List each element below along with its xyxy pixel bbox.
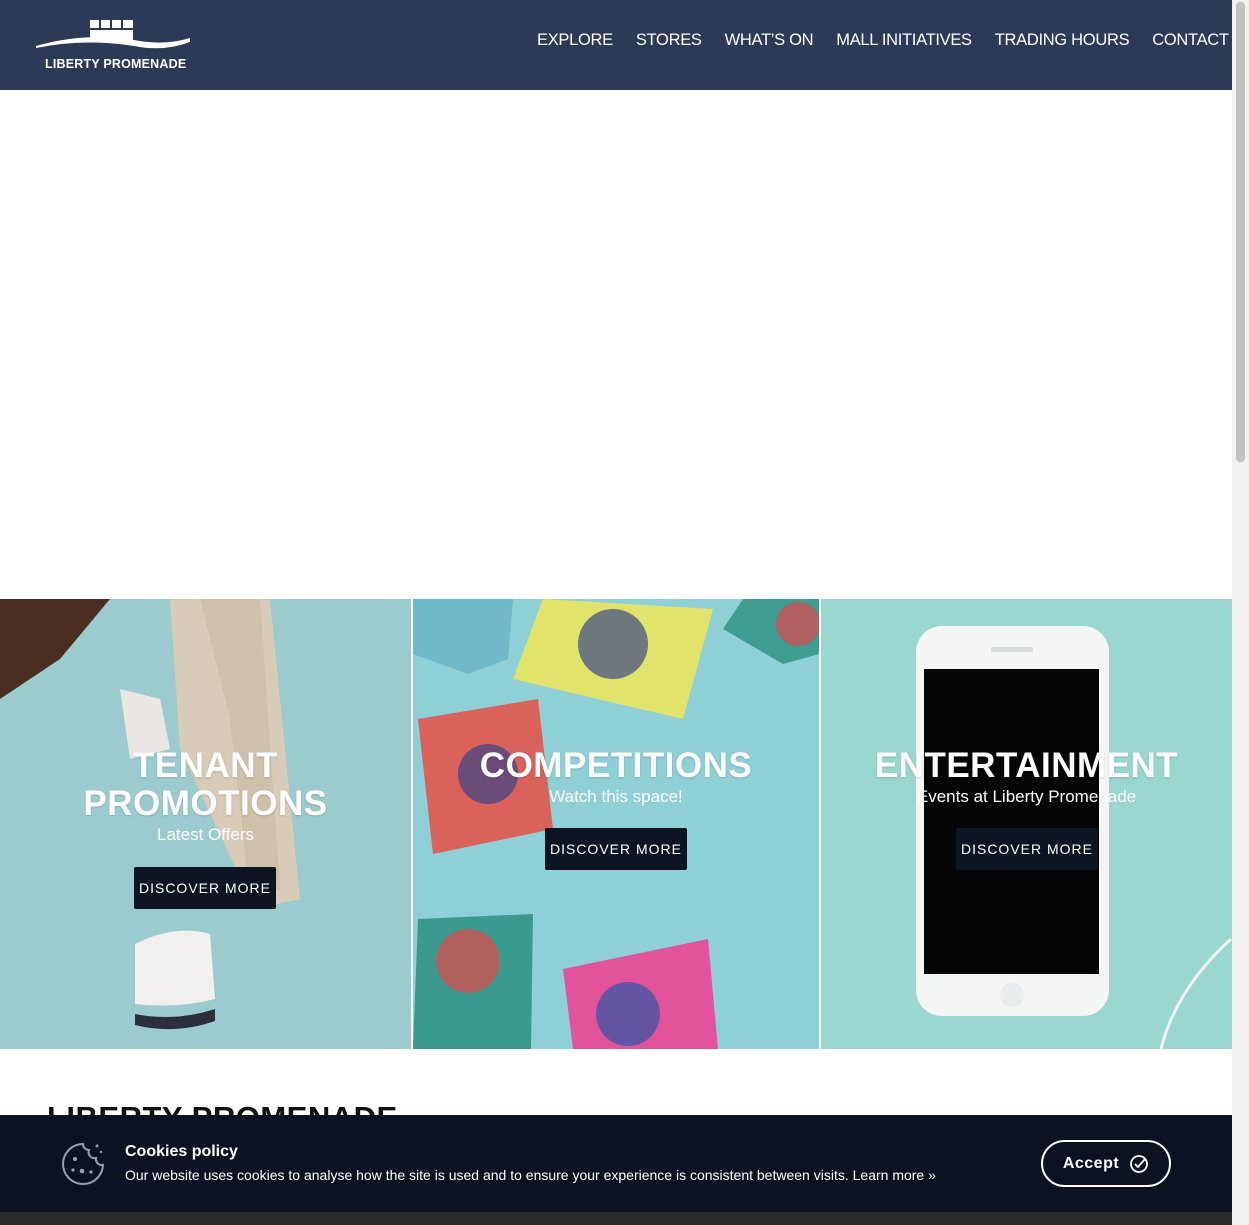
- nav-trading-hours[interactable]: TRADING HOURS: [995, 31, 1130, 50]
- discover-more-button-entertainment[interactable]: DISCOVER MORE: [956, 828, 1098, 870]
- cookie-text-wrapper: Our website uses cookies to analyse how …: [125, 1167, 936, 1183]
- accept-button[interactable]: Accept: [1041, 1140, 1171, 1187]
- tile-1-subtitle: Latest Offers: [156, 825, 254, 844]
- tile-2-title: COMPETITIONS: [479, 746, 753, 785]
- tile-3-text: ENTERTAINMENT Events at Liberty Promenad…: [821, 747, 1232, 807]
- discover-more-button-promotions[interactable]: DISCOVER MORE: [134, 867, 276, 909]
- page: { "header": { "logo_text": "LIBERTY PROM…: [0, 0, 1249, 1225]
- tile-1-title-line1: TENANT: [133, 746, 278, 785]
- tile-tenant-promotions[interactable]: TENANT PROMOTIONS Latest Offers DISCOVER…: [0, 599, 411, 1049]
- site-header: LIBERTY PROMENADE EXPLORE STORES WHAT’S …: [0, 0, 1249, 90]
- scrollbar[interactable]: [1232, 0, 1249, 1225]
- accept-label: Accept: [1062, 1154, 1120, 1172]
- logo-text: LIBERTY PROMENADE: [45, 57, 187, 71]
- tile-image-gifts: [413, 599, 819, 1049]
- cookie-banner: Cookies policy Our website uses cookies …: [0, 1115, 1232, 1212]
- tile-competitions[interactable]: COMPETITIONS Watch this space! DISCOVER …: [413, 599, 819, 1049]
- scrollbar-thumb[interactable]: [1236, 2, 1245, 462]
- check-circle-icon: [1130, 1154, 1149, 1173]
- tile-image-phone: [916, 626, 1232, 1049]
- learn-more-link[interactable]: Learn more »: [853, 1167, 936, 1183]
- tile-entertainment[interactable]: ENTERTAINMENT Events at Liberty Promenad…: [821, 599, 1232, 1049]
- cookie-icon: [62, 1142, 105, 1185]
- bottom-strip: [0, 1212, 1232, 1225]
- tile-1-title-line2: PROMOTIONS: [83, 784, 328, 823]
- discover-more-button-competitions[interactable]: DISCOVER MORE: [545, 828, 687, 870]
- nav-mall-initiatives[interactable]: MALL INITIATIVES: [836, 31, 972, 50]
- tile-2-subtitle: Watch this space!: [549, 787, 683, 806]
- nav-stores[interactable]: STORES: [636, 31, 702, 50]
- tile-2-text: COMPETITIONS Watch this space!: [413, 747, 819, 807]
- tile-3-subtitle: Events at Liberty Promenade: [916, 787, 1137, 806]
- tile-1-text: TENANT PROMOTIONS Latest Offers: [0, 747, 411, 845]
- cookie-title: Cookies policy: [125, 1143, 238, 1160]
- logo-link[interactable]: LIBERTY PROMENADE: [34, 18, 194, 78]
- nav-explore[interactable]: EXPLORE: [537, 31, 613, 50]
- main-nav: EXPLORE STORES WHAT’S ON MALL INITIATIVE…: [537, 31, 1249, 50]
- nav-whats-on[interactable]: WHAT’S ON: [725, 31, 814, 50]
- logo-icon: [36, 20, 190, 49]
- hero-area: [0, 90, 1232, 599]
- tile-3-title: ENTERTAINMENT: [874, 746, 1179, 785]
- cookie-text: Our website uses cookies to analyse how …: [125, 1167, 849, 1183]
